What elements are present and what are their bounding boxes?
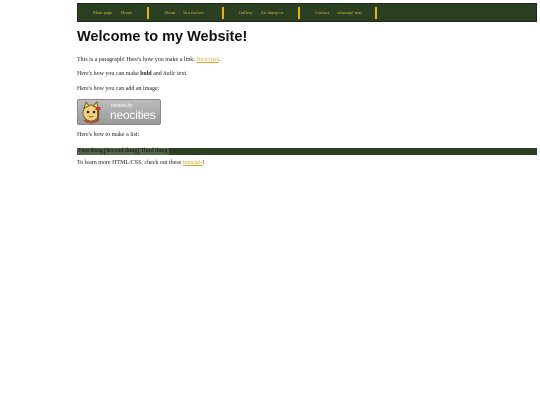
nav-link-contact-sub[interactable]: whatsap? mai bbox=[337, 10, 362, 15]
nav-link-about-sub[interactable]: In a nut'sea bbox=[183, 10, 203, 15]
nav-separator bbox=[222, 6, 224, 19]
list: First thing Second thing Third thing bbox=[77, 148, 537, 155]
page-wrapper: Main page Home About In a nut'sea Galler… bbox=[77, 3, 537, 166]
nav-link-gallery[interactable]: Gallery bbox=[239, 10, 253, 15]
nav-link-gallery-sub[interactable]: Art dump-us bbox=[261, 10, 284, 15]
nav-group-main: Main page Home bbox=[93, 4, 132, 21]
list-item: First thing bbox=[77, 148, 104, 155]
nav-group-about: About In a nut'sea bbox=[164, 4, 204, 21]
tutorials-link[interactable]: tutorials bbox=[183, 160, 203, 166]
bold-text: bold bbox=[140, 71, 152, 77]
nav-link-main-page[interactable]: Main page bbox=[93, 10, 112, 15]
top-navigation-bar: Main page Home About In a nut'sea Galler… bbox=[77, 3, 537, 22]
paragraph-text: text. bbox=[175, 71, 188, 77]
italic-text: italic bbox=[163, 71, 176, 77]
hosted-by-neocities-badge[interactable]: hosted by neocities bbox=[77, 99, 161, 125]
nav-group-contact: Contact whatsap? mai bbox=[315, 4, 362, 21]
list-item: Second thing bbox=[104, 148, 139, 155]
paragraph-formatting: Here's how you can make bold and italic … bbox=[77, 71, 188, 77]
nav-link-contact[interactable]: Contact bbox=[315, 10, 329, 15]
paragraph-text: ! bbox=[202, 160, 205, 166]
list-item: Third thing bbox=[139, 148, 169, 155]
neocities-link[interactable]: Neocities bbox=[196, 57, 219, 63]
paragraph-text: Here's how you can make bbox=[77, 71, 141, 77]
badge-brand-label: neocities bbox=[110, 108, 156, 122]
paragraph-list-intro: Here's how to make a list: bbox=[77, 132, 140, 138]
nav-separator bbox=[147, 6, 149, 19]
nav-group-gallery: Gallery Art dump-us bbox=[239, 4, 283, 21]
paragraph-text: To learn more HTML/CSS, check out these bbox=[77, 160, 183, 166]
nav-separator bbox=[298, 6, 300, 19]
paragraph-tutorials: To learn more HTML/CSS, check out these … bbox=[77, 160, 205, 166]
page-title: Welcome to my Website! bbox=[77, 29, 248, 45]
paragraph-text: . bbox=[219, 57, 221, 63]
nav-link-home[interactable]: Home bbox=[121, 10, 132, 15]
neocities-cat-icon bbox=[82, 101, 101, 124]
paragraph-text: This is a paragraph! Here's how you make… bbox=[77, 57, 197, 63]
nav-separator bbox=[375, 6, 377, 19]
paragraph-link: This is a paragraph! Here's how you make… bbox=[77, 57, 221, 63]
paragraph-image-intro: Here's how you can add an image: bbox=[77, 86, 160, 92]
nav-link-about[interactable]: About bbox=[164, 10, 175, 15]
paragraph-text: and bbox=[151, 71, 164, 77]
